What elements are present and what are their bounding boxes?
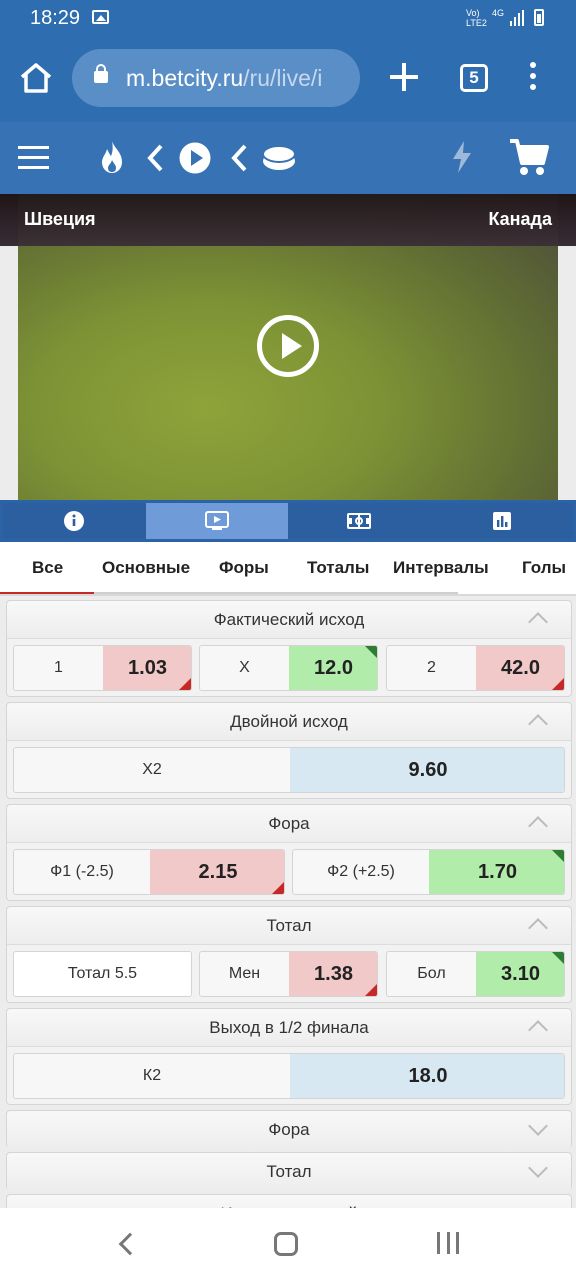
outcome-2[interactable]: 2 42.0 — [386, 645, 565, 691]
new-tab-icon[interactable] — [390, 63, 418, 91]
signal-icon — [510, 10, 524, 26]
url-text: m.betcity.ru/ru/live/i — [126, 65, 323, 91]
chevron-up-icon[interactable] — [528, 816, 548, 836]
outcome-x[interactable]: X 12.0 — [199, 645, 378, 691]
market-total: Тотал Тотал 5.5 Мен 1.38 Бол 3.10 — [6, 906, 572, 1003]
chevron-down-icon[interactable] — [528, 1116, 548, 1136]
market-header[interactable]: Фора — [7, 1111, 571, 1149]
odd-down-icon — [179, 678, 191, 690]
battery-icon — [534, 9, 544, 26]
market-result: Фактический исход 1 1.03 X 12.0 2 42.0 — [6, 600, 572, 697]
clock: 18:29 — [30, 7, 81, 29]
outcome-x2[interactable]: X2 9.60 — [13, 747, 565, 793]
statistics-icon — [492, 512, 511, 530]
info-icon — [64, 511, 85, 531]
market-header[interactable]: Тотал — [7, 1153, 571, 1191]
chevron-up-icon[interactable] — [528, 612, 548, 632]
recent-apps-icon[interactable] — [437, 1232, 459, 1254]
more-options-icon[interactable] — [528, 62, 538, 94]
outcome-h2[interactable]: Ф2 (+2.5) 1.70 — [292, 849, 565, 895]
menu-icon[interactable] — [18, 146, 49, 170]
outcome-under[interactable]: Мен 1.38 — [199, 951, 378, 997]
tab-totals[interactable]: Тоталы — [307, 558, 369, 578]
tab-goals[interactable]: Голы — [522, 558, 566, 578]
chevron-up-icon[interactable] — [528, 714, 548, 734]
outcome-1[interactable]: 1 1.03 — [13, 645, 192, 691]
market-handicap: Фора Ф1 (-2.5) 2.15 Ф2 (+2.5) 1.70 — [6, 804, 572, 901]
outcome-k2[interactable]: К2 18.0 — [13, 1053, 565, 1099]
home-team-name: Швеция — [24, 209, 96, 229]
odd-up-icon — [365, 646, 377, 658]
odd-down-icon — [552, 678, 564, 690]
volte-indicator: Vo) LTE2 — [466, 8, 487, 28]
market-total-collapsed[interactable]: Тотал — [6, 1152, 572, 1191]
tab-handicaps[interactable]: Форы — [219, 558, 269, 578]
tab-field[interactable] — [288, 503, 431, 539]
video-screen-icon — [204, 511, 229, 530]
odd-value: 18.0 — [290, 1054, 564, 1098]
tab-main[interactable]: Основные — [102, 558, 190, 578]
outcome-h1[interactable]: Ф1 (-2.5) 2.15 — [13, 849, 285, 895]
market-header[interactable]: Фактический исход — [7, 601, 571, 639]
chevron-down-icon[interactable] — [528, 1158, 548, 1178]
market-semifinal: Выход в 1/2 финала К2 18.0 — [6, 1008, 572, 1105]
market-header[interactable]: Фора — [7, 805, 571, 843]
fire-icon[interactable] — [100, 140, 124, 174]
chevron-up-icon[interactable] — [528, 1020, 548, 1040]
tab-stats[interactable] — [430, 503, 573, 539]
field-scheme-icon — [347, 513, 372, 529]
odd-up-icon — [552, 850, 564, 862]
odd-down-icon — [272, 882, 284, 894]
lightning-icon[interactable] — [450, 140, 474, 174]
market-header[interactable]: Двойной исход — [7, 703, 571, 741]
tab-scroll-track — [94, 592, 458, 594]
media-tabs — [0, 500, 576, 542]
address-bar[interactable]: m.betcity.ru/ru/live/i — [72, 49, 360, 107]
odd-value: 9.60 — [290, 748, 564, 792]
browser-toolbar: m.betcity.ru/ru/live/i 5 — [0, 36, 576, 122]
market-double-chance: Двойной исход X2 9.60 — [6, 702, 572, 799]
back-icon[interactable] — [118, 1232, 142, 1256]
image-notification-icon — [92, 10, 109, 24]
chevron-left-icon[interactable] — [146, 144, 164, 172]
market-header[interactable]: Выход в 1/2 финала — [7, 1009, 571, 1047]
status-bar: 18:29 Vo) LTE2 4G — [0, 0, 576, 36]
odd-value: 2.15 — [150, 850, 284, 894]
hockey-puck-icon[interactable] — [262, 144, 296, 172]
tab-switcher-button[interactable]: 5 — [460, 64, 488, 92]
tab-info[interactable] — [3, 503, 146, 539]
odd-value: 1.70 — [429, 850, 564, 894]
market-tabs: Все Основные Форы Тоталы Интервалы Голы — [0, 542, 576, 596]
active-tab-indicator — [0, 592, 94, 594]
tab-all[interactable]: Все — [32, 558, 63, 578]
play-icon[interactable] — [257, 315, 319, 377]
system-nav-bar — [0, 1208, 576, 1280]
away-team-name: Канада — [488, 209, 552, 229]
home-icon[interactable] — [18, 60, 54, 96]
market-header[interactable]: Тотал — [7, 907, 571, 945]
outcome-over[interactable]: Бол 3.10 — [386, 951, 565, 997]
odd-up-icon — [552, 952, 564, 964]
chevron-up-icon[interactable] — [528, 918, 548, 938]
home-nav-icon[interactable] — [274, 1232, 298, 1256]
video-player[interactable]: Швеция Канада — [0, 194, 576, 500]
market-handicap-collapsed[interactable]: Фора — [6, 1110, 572, 1149]
tab-video[interactable] — [145, 503, 288, 539]
total-line: Тотал 5.5 — [13, 951, 192, 997]
lock-icon — [94, 64, 108, 83]
odd-down-icon — [365, 984, 377, 996]
chevron-left-icon-2[interactable] — [230, 144, 248, 172]
live-video-icon[interactable] — [179, 142, 211, 174]
network-type: 4G — [492, 8, 505, 18]
tab-intervals[interactable]: Интервалы — [393, 558, 489, 578]
bet-slip-cart-icon[interactable] — [508, 136, 550, 178]
app-toolbar — [0, 122, 576, 194]
